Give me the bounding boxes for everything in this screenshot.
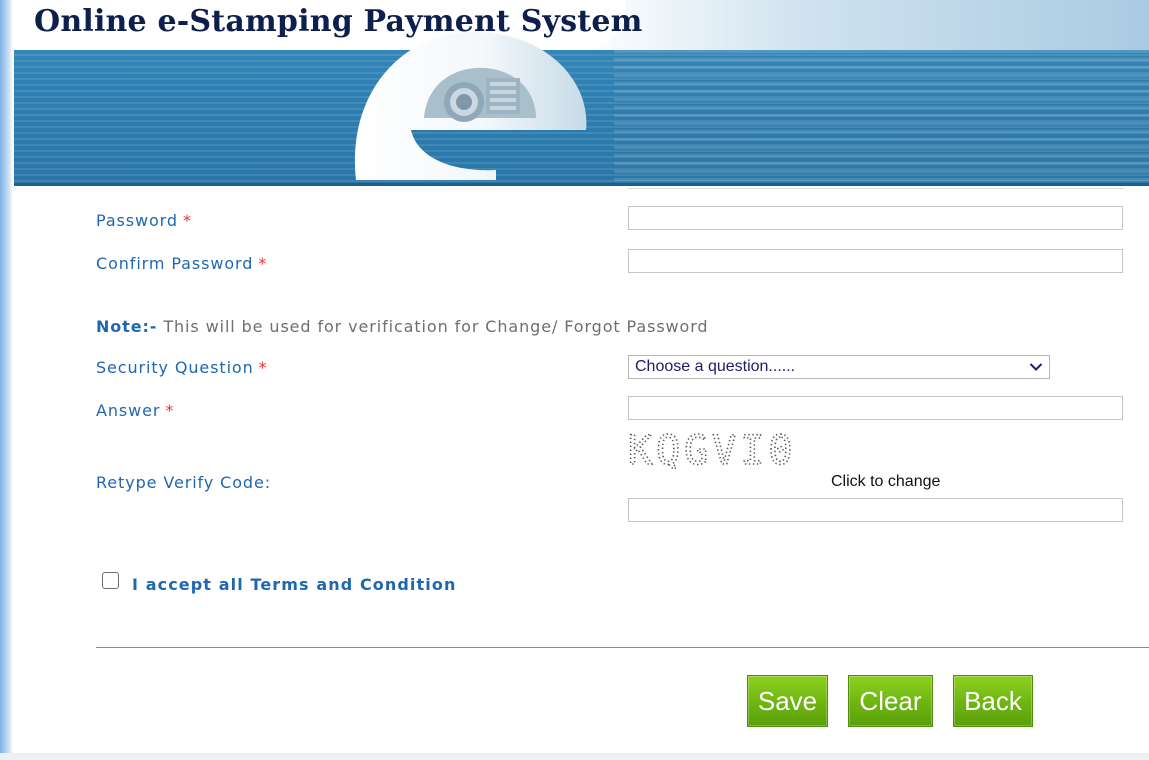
page-bottom-edge	[0, 753, 1149, 760]
required-mark: *	[165, 401, 175, 420]
required-mark: *	[258, 358, 268, 377]
e-logo-icon	[354, 31, 587, 180]
chevron-down-icon	[1029, 363, 1043, 371]
password-note: Note:- This will be used for verificatio…	[96, 317, 708, 336]
security-question-select[interactable]: Choose a question......	[628, 355, 1050, 379]
terms-label[interactable]: I accept all Terms and Condition	[132, 575, 456, 594]
security-question-label: Security Question *	[96, 358, 268, 377]
answer-input[interactable]	[628, 396, 1123, 420]
banner-stripes	[614, 50, 1149, 183]
form-divider	[96, 647, 1149, 648]
captcha-change-link[interactable]: Click to change	[831, 473, 940, 491]
captcha-image[interactable]: KQGVI0	[626, 428, 840, 470]
back-button[interactable]: Back	[953, 675, 1033, 727]
note-prefix: Note:-	[96, 317, 158, 336]
required-mark: *	[182, 211, 192, 230]
confirm-password-label-text: Confirm Password	[96, 254, 254, 273]
captcha-code: KQGVI0	[628, 428, 797, 470]
answer-label: Answer *	[96, 401, 174, 420]
security-question-label-text: Security Question	[96, 358, 254, 377]
clear-button[interactable]: Clear	[848, 675, 933, 727]
top-divider	[628, 188, 1124, 189]
answer-label-text: Answer	[96, 401, 161, 420]
note-text: This will be used for verification for C…	[163, 317, 709, 336]
page-left-edge	[0, 0, 13, 760]
save-button[interactable]: Save	[747, 675, 828, 727]
required-mark: *	[258, 254, 268, 273]
password-input[interactable]	[628, 206, 1123, 230]
verify-code-input[interactable]	[628, 498, 1123, 522]
confirm-password-input[interactable]	[628, 249, 1123, 273]
header-banner: Online e-Stamping Payment System	[14, 0, 1149, 186]
confirm-password-label: Confirm Password *	[96, 254, 267, 273]
password-label-text: Password	[96, 211, 178, 230]
password-label: Password *	[96, 211, 192, 230]
verify-code-label: Retype Verify Code:	[96, 473, 271, 492]
security-question-selected: Choose a question......	[635, 358, 796, 375]
terms-checkbox[interactable]	[102, 572, 119, 589]
